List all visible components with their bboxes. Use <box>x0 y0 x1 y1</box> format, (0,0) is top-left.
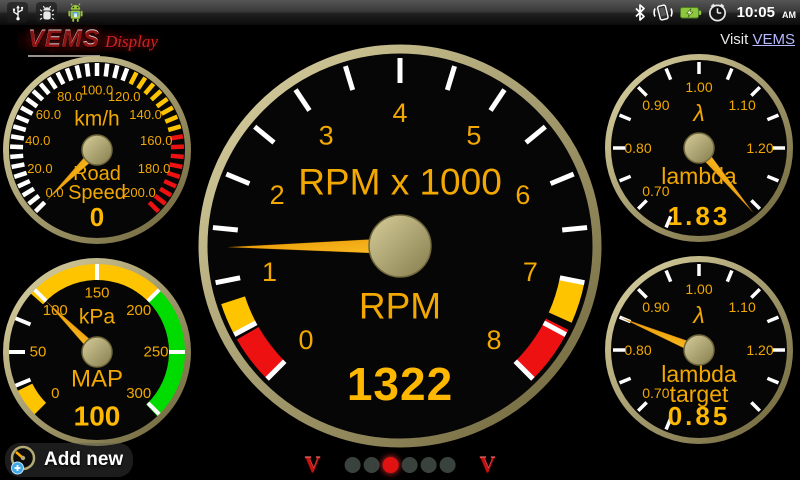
prev-page-button[interactable]: V <box>305 456 321 474</box>
svg-text:1.83: 1.83 <box>668 201 731 231</box>
adb-debug-icon <box>36 2 57 23</box>
svg-text:0: 0 <box>90 202 104 232</box>
svg-text:4: 4 <box>392 98 407 128</box>
visit-vems-link-row: Visit VEMS <box>720 31 795 48</box>
svg-text:50: 50 <box>30 344 47 361</box>
next-page-button[interactable]: V <box>480 456 496 474</box>
clock-time: 10:05 <box>737 4 775 21</box>
svg-text:6: 6 <box>515 180 530 210</box>
svg-text:40.0: 40.0 <box>25 133 50 148</box>
visit-label: Visit <box>720 31 748 48</box>
svg-text:2: 2 <box>270 180 285 210</box>
logo-vems-text: VEMS <box>28 26 100 57</box>
svg-text:λ: λ <box>691 100 704 126</box>
svg-text:1322: 1322 <box>347 358 453 410</box>
alarm-clock-icon <box>707 2 728 23</box>
status-bar: 10:05 AM <box>0 0 800 26</box>
svg-text:200: 200 <box>126 302 151 319</box>
page-dot-2[interactable] <box>364 457 380 473</box>
svg-text:1: 1 <box>262 257 277 287</box>
vems-display-logo: VEMS Display <box>18 26 168 56</box>
svg-text:160.0: 160.0 <box>140 133 173 148</box>
gauge-plus-icon <box>8 445 38 475</box>
svg-text:1.00: 1.00 <box>685 281 712 297</box>
svg-text:0.80: 0.80 <box>624 140 651 156</box>
svg-text:140.0: 140.0 <box>129 107 162 122</box>
battery-charging-icon <box>679 3 702 22</box>
svg-text:0.85: 0.85 <box>668 401 731 431</box>
svg-text:RPM x 1000: RPM x 1000 <box>298 162 502 203</box>
lambda-target-gauge[interactable]: 0.700.800.901.001.101.20λlambdatarget0.8… <box>604 255 794 450</box>
svg-text:1.20: 1.20 <box>746 140 773 156</box>
page-dots <box>345 457 456 473</box>
vibrate-icon <box>652 3 674 22</box>
svg-text:100: 100 <box>74 401 121 432</box>
svg-text:5: 5 <box>466 120 481 150</box>
page-dot-3[interactable] <box>383 457 399 473</box>
logo-display-text: Display <box>105 32 158 52</box>
status-bar-indicators: 10:05 AM <box>633 2 800 23</box>
svg-text:7: 7 <box>523 257 538 287</box>
rpm-gauge[interactable]: 0 1 2 3 4 5 6 7 8 RPM x 1000 RPM 1322 <box>198 44 602 453</box>
svg-text:1.10: 1.10 <box>729 97 756 113</box>
page-indicator: V V <box>305 456 496 474</box>
svg-text:0.90: 0.90 <box>642 97 669 113</box>
svg-text:km/h: km/h <box>74 108 120 131</box>
bluetooth-icon <box>633 3 647 22</box>
svg-text:1.20: 1.20 <box>746 342 773 358</box>
page-dot-1[interactable] <box>345 457 361 473</box>
vems-link[interactable]: VEMS <box>752 31 795 48</box>
svg-text:Speed: Speed <box>68 182 126 204</box>
svg-text:0: 0 <box>298 325 313 355</box>
road-speed-gauge[interactable]: 0.020.040.060.080.0100.0120.0140.0160.01… <box>2 55 192 250</box>
svg-text:0: 0 <box>51 385 59 402</box>
page-dot-6[interactable] <box>440 457 456 473</box>
svg-text:RPM: RPM <box>359 286 441 327</box>
svg-text:0.90: 0.90 <box>642 299 669 315</box>
page-dot-5[interactable] <box>421 457 437 473</box>
status-bar-notifications <box>0 2 86 23</box>
svg-text:80.0: 80.0 <box>57 89 82 104</box>
svg-text:250: 250 <box>143 344 168 361</box>
svg-text:60.0: 60.0 <box>36 107 61 122</box>
page-dot-4[interactable] <box>402 457 418 473</box>
svg-text:1.00: 1.00 <box>685 79 712 95</box>
svg-text:20.0: 20.0 <box>27 161 52 176</box>
svg-text:120.0: 120.0 <box>108 89 141 104</box>
svg-text:8: 8 <box>487 325 502 355</box>
add-new-label: Add new <box>44 449 123 471</box>
svg-text:300: 300 <box>126 385 151 402</box>
svg-text:MAP: MAP <box>71 366 123 393</box>
android-robot-icon <box>65 2 86 23</box>
svg-text:1.10: 1.10 <box>729 299 756 315</box>
svg-text:3: 3 <box>319 120 334 150</box>
svg-text:λ: λ <box>691 302 704 328</box>
map-gauge[interactable]: 050100150200250300kPaMAP100 <box>2 257 192 452</box>
lambda-gauge[interactable]: 0.700.800.901.001.101.20λlambda1.83 <box>604 53 794 248</box>
usb-icon <box>7 2 28 23</box>
add-new-button[interactable]: Add new <box>5 443 133 477</box>
svg-text:0.70: 0.70 <box>642 385 669 401</box>
svg-text:kPa: kPa <box>79 306 116 329</box>
svg-text:200.0: 200.0 <box>123 185 156 200</box>
svg-text:150: 150 <box>84 285 109 302</box>
svg-text:0.80: 0.80 <box>624 342 651 358</box>
svg-text:180.0: 180.0 <box>138 161 171 176</box>
clock-ampm: AM <box>782 6 796 20</box>
